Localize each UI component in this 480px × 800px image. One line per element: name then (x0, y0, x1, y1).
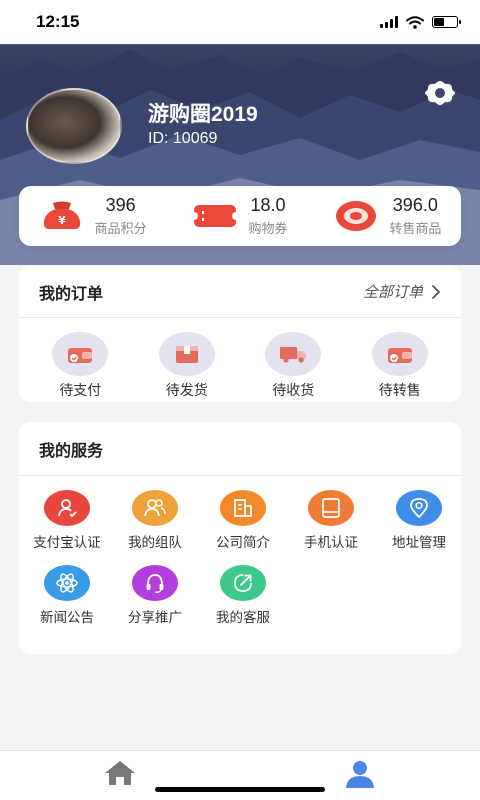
avatar[interactable] (26, 88, 122, 164)
all-orders-label: 全部订单 (362, 283, 423, 301)
stat-resale[interactable]: 396.0 转售商品 (314, 195, 461, 237)
services-grid: 支付宝认证 我的组队 公司简介 手机认证 地址管理 新闻公告 分享推广 我的客服 (19, 476, 461, 626)
cellular-signal-icon (380, 16, 398, 28)
all-orders-link[interactable]: 全部订单 (363, 281, 441, 302)
order-label: 待收货 (272, 383, 315, 399)
services-header: 我的服务 (19, 422, 461, 476)
order-pending-receipt[interactable]: 待收货 (240, 332, 347, 400)
status-icons (380, 15, 461, 29)
tab-home[interactable] (0, 751, 240, 800)
service-phone-verify[interactable]: 手机认证 (287, 490, 375, 551)
headset-icon (146, 574, 164, 593)
home-icon (105, 761, 135, 785)
service-label: 我的组队 (128, 535, 182, 551)
home-indicator (155, 787, 325, 792)
stat-value: 18.0 (250, 195, 286, 215)
user-nickname: 游购圈2019 (148, 103, 258, 126)
svg-text:¥: ¥ (58, 214, 66, 227)
package-box-icon (175, 346, 198, 363)
atom-icon (56, 573, 78, 593)
building-icon (234, 499, 252, 517)
team-icon (144, 499, 166, 517)
service-label: 新闻公告 (40, 610, 94, 626)
order-pending-payment[interactable]: 待支付 (27, 332, 134, 400)
service-share-promote[interactable]: 分享推广 (111, 565, 199, 626)
wallet-pay-icon (68, 348, 93, 363)
order-pending-shipment[interactable]: 待发货 (134, 332, 241, 400)
orders-header: 我的订单 全部订单 (19, 266, 461, 318)
stat-points[interactable]: ¥ 396 商品积分 (19, 195, 166, 237)
stat-value: 396.0 (392, 195, 438, 215)
tablet-icon (322, 498, 340, 518)
wifi-icon (406, 15, 424, 29)
service-label: 手机认证 (304, 535, 358, 551)
stat-label: 转售商品 (389, 222, 442, 237)
service-my-team[interactable]: 我的组队 (111, 490, 199, 551)
order-label: 待转售 (378, 383, 421, 399)
stat-coupons[interactable]: 18.0 购物券 (166, 195, 313, 237)
location-pin-icon (410, 498, 428, 519)
ticket-icon (192, 205, 239, 227)
status-bar: 12:15 (0, 0, 480, 44)
service-label: 我的客服 (216, 610, 270, 626)
stat-value: 396 (105, 195, 136, 215)
resale-ring-icon (336, 201, 377, 231)
service-label: 支付宝认证 (33, 535, 101, 551)
wallet-resale-icon (387, 348, 412, 363)
delivery-truck-icon (280, 347, 307, 363)
money-bag-icon: ¥ (43, 201, 80, 229)
stat-label: 购物券 (248, 222, 288, 237)
battery-icon (432, 16, 461, 28)
chevron-right-icon (432, 284, 441, 299)
services-title: 我的服务 (39, 440, 104, 460)
settings-gear-icon[interactable] (422, 78, 458, 108)
order-label: 待发货 (165, 383, 208, 399)
service-label: 公司简介 (216, 535, 270, 551)
order-label: 待支付 (59, 383, 102, 399)
orders-title: 我的订单 (39, 283, 104, 303)
stat-label: 商品积分 (94, 222, 147, 237)
user-id: ID: 10069 (148, 130, 218, 147)
order-pending-resale[interactable]: 待转售 (347, 332, 454, 400)
service-customer-support[interactable]: 我的客服 (199, 565, 287, 626)
user-verify-icon (58, 499, 77, 518)
orders-card: 我的订单 全部订单 待支付 待发货 待收货 待转售 (19, 266, 461, 402)
service-label: 地址管理 (392, 535, 446, 551)
service-news[interactable]: 新闻公告 (23, 565, 111, 626)
status-time: 12:15 (36, 12, 80, 31)
stats-card: ¥ 396 商品积分 18.0 购物券 396.0 转售商品 (19, 186, 461, 246)
services-card: 我的服务 支付宝认证 我的组队 公司简介 手机认证 地址管理 新闻公告 分享推广… (19, 422, 461, 654)
bottom-tab-bar (0, 750, 480, 800)
share-arrow-icon (234, 574, 252, 592)
order-status-list: 待支付 待发货 待收货 待转售 (19, 318, 461, 400)
person-icon (346, 761, 374, 788)
service-label: 分享推广 (128, 610, 182, 626)
service-alipay-verify[interactable]: 支付宝认证 (23, 490, 111, 551)
service-address-manage[interactable]: 地址管理 (375, 490, 463, 551)
tab-profile[interactable] (240, 751, 480, 800)
service-company-intro[interactable]: 公司简介 (199, 490, 287, 551)
